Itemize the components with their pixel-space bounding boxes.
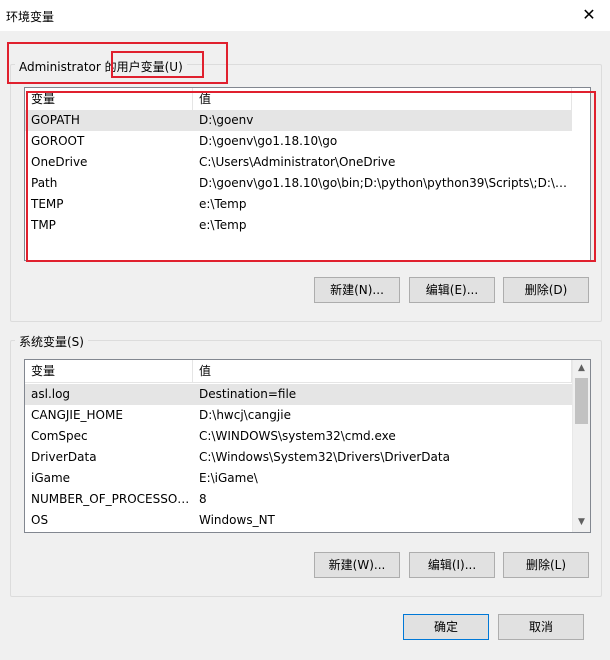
table-row[interactable]: TEMP e:\Temp <box>25 194 572 215</box>
variable-name: TEMP <box>31 197 64 211</box>
table-row[interactable]: GOPATH D:\goenv <box>25 110 572 131</box>
system-delete-button[interactable]: 删除(L) <box>503 552 589 578</box>
title-bar: 环境变量 ✕ <box>0 0 610 31</box>
variable-name: NUMBER_OF_PROCESSORS <box>31 492 193 506</box>
system-new-button[interactable]: 新建(W)... <box>314 552 400 578</box>
variable-name: OneDrive <box>31 155 88 169</box>
user-delete-button[interactable]: 删除(D) <box>503 277 589 303</box>
cancel-button[interactable]: 取消 <box>498 614 584 640</box>
variable-value: e:\Temp <box>199 197 247 211</box>
system-variables-label: 系统变量(S) <box>15 333 88 350</box>
variable-name: GOPATH <box>31 113 80 127</box>
variable-value: D:\goenv\go1.18.10\go <box>199 134 338 148</box>
table-row[interactable]: DriverData C:\Windows\System32\Drivers\D… <box>25 447 572 468</box>
chevron-down-icon[interactable]: ▼ <box>573 514 590 531</box>
variable-name: OS <box>31 513 49 527</box>
variable-value: e:\Temp <box>199 218 247 232</box>
list-header: 变量 值 <box>25 360 572 383</box>
variable-name: CANGJIE_HOME <box>31 408 123 422</box>
table-row[interactable]: OneDrive C:\Users\Administrator\OneDrive <box>25 152 572 173</box>
list-header: 变量 值 <box>25 88 572 111</box>
column-header-value[interactable]: 值 <box>193 88 572 110</box>
table-row[interactable]: Path D:\goenv\go1.18.10\go\bin;D:\python… <box>25 173 572 194</box>
table-row[interactable]: OS Windows_NT <box>25 510 572 531</box>
variable-name: DriverData <box>31 450 97 464</box>
table-row[interactable]: TMP e:\Temp <box>25 215 572 236</box>
window-title: 环境变量 <box>6 10 55 24</box>
variable-name: TMP <box>31 218 56 232</box>
vertical-scrollbar[interactable]: ▲ ▼ <box>572 360 590 532</box>
chevron-up-icon[interactable]: ▲ <box>573 360 590 377</box>
user-variables-label: Administrator 的用户变量(U) <box>15 58 187 75</box>
variable-name: iGame <box>31 471 71 485</box>
variable-value: D:\goenv <box>199 113 254 127</box>
variable-name: Path <box>31 176 58 190</box>
user-variables-list[interactable]: 变量 值 GOPATH D:\goenv GOROOT D:\goenv\go1… <box>24 87 591 261</box>
variable-value: C:\Windows\System32\Drivers\DriverData <box>199 450 450 464</box>
table-row[interactable]: NUMBER_OF_PROCESSORS 8 <box>25 489 572 510</box>
variable-name: GOROOT <box>31 134 85 148</box>
column-header-value[interactable]: 值 <box>193 360 572 382</box>
table-row[interactable]: ComSpec C:\WINDOWS\system32\cmd.exe <box>25 426 572 447</box>
table-row[interactable]: asl.log Destination=file <box>25 384 572 405</box>
scrollbar-thumb[interactable] <box>575 378 588 424</box>
close-icon[interactable]: ✕ <box>580 6 598 24</box>
system-variables-list[interactable]: 变量 值 asl.log Destination=file CANGJIE_HO… <box>24 359 591 533</box>
variable-value: 8 <box>199 492 207 506</box>
variable-value: E:\iGame\ <box>199 471 258 485</box>
user-new-button[interactable]: 新建(N)... <box>314 277 400 303</box>
variable-value: Windows_NT <box>199 513 275 527</box>
system-edit-button[interactable]: 编辑(I)... <box>409 552 495 578</box>
table-row[interactable]: CANGJIE_HOME D:\hwcj\cangjie <box>25 405 572 426</box>
variable-name: asl.log <box>31 387 71 401</box>
column-header-name[interactable]: 变量 <box>25 360 193 382</box>
variable-value: C:\WINDOWS\system32\cmd.exe <box>199 429 396 443</box>
user-edit-button[interactable]: 编辑(E)... <box>409 277 495 303</box>
ok-button[interactable]: 确定 <box>403 614 489 640</box>
variable-value: C:\Users\Administrator\OneDrive <box>199 155 396 169</box>
variable-value: Destination=file <box>199 387 297 401</box>
table-row[interactable]: GOROOT D:\goenv\go1.18.10\go <box>25 131 572 152</box>
variable-value: D:\hwcj\cangjie <box>199 408 291 422</box>
table-row[interactable]: iGame E:\iGame\ <box>25 468 572 489</box>
variable-name: ComSpec <box>31 429 88 443</box>
column-header-name[interactable]: 变量 <box>25 88 193 110</box>
variable-value: D:\goenv\go1.18.10\go\bin;D:\python\pyth… <box>199 176 572 190</box>
